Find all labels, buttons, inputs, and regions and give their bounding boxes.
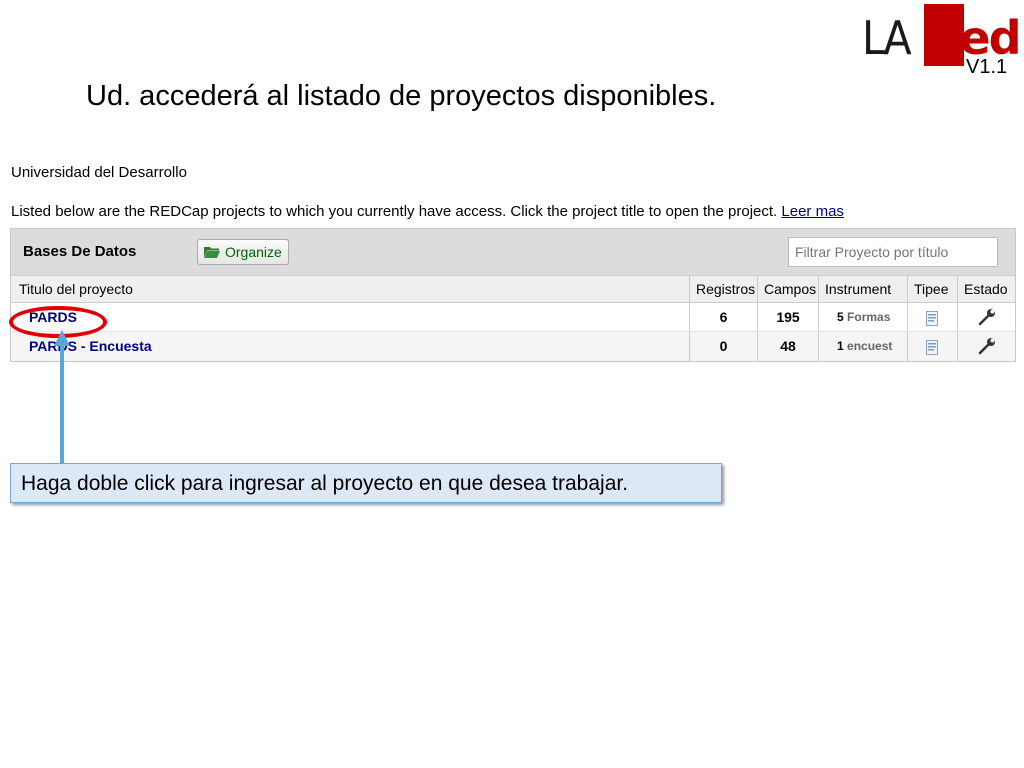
instruments-number: 1 — [837, 339, 844, 353]
projects-table: Bases De Datos Organize Titulo del proye… — [10, 228, 1016, 362]
project-title-link[interactable]: PARDS - Encuesta — [11, 332, 689, 361]
table-header-bar: Bases De Datos Organize — [11, 229, 1015, 275]
organize-button[interactable]: Organize — [197, 239, 289, 265]
institution-name: Universidad del Desarrollo — [11, 164, 187, 181]
instruction-callout: Haga doble click para ingresar al proyec… — [10, 463, 722, 503]
table-title: Bases De Datos — [23, 243, 137, 260]
fields-count: 195 — [757, 303, 818, 331]
column-header-title[interactable]: Titulo del proyecto — [11, 276, 689, 302]
instruments-label: encuest — [847, 339, 893, 353]
description-text: Listed below are the REDCap projects to … — [11, 203, 778, 220]
project-filter-input[interactable] — [788, 237, 998, 267]
wrench-icon — [978, 309, 995, 326]
table-row: PARDS - Encuesta 0 48 1 encuest — [11, 332, 1015, 361]
type-cell — [907, 303, 957, 331]
column-header-instruments[interactable]: Instrument — [818, 276, 907, 302]
wrench-icon — [978, 338, 995, 355]
column-header-records[interactable]: Registros — [689, 276, 757, 302]
instruments-label: Formas — [847, 310, 891, 324]
records-count: 6 — [689, 303, 757, 331]
organize-label: Organize — [225, 244, 282, 260]
folder-open-icon — [204, 247, 220, 258]
lared-logo: LA Red V1.1 — [862, 4, 1022, 80]
arrow-up-icon — [54, 330, 70, 466]
status-cell — [957, 303, 1015, 331]
callout-text: Haga doble click para ingresar al proyec… — [21, 472, 629, 495]
records-count: 0 — [689, 332, 757, 361]
status-cell — [957, 332, 1015, 361]
slide-title: Ud. accederá al listado de proyectos dis… — [86, 80, 717, 112]
fields-count: 48 — [757, 332, 818, 361]
column-header-type[interactable]: Tipee — [907, 276, 957, 302]
project-list-description: Listed below are the REDCap projects to … — [11, 202, 844, 222]
document-icon — [926, 311, 938, 326]
column-header-status[interactable]: Estado — [957, 276, 1015, 302]
logo-version: V1.1 — [966, 56, 1008, 78]
logo-la-text: LA — [862, 11, 912, 65]
project-title-link[interactable]: PARDS — [11, 303, 689, 331]
column-header-fields[interactable]: Campos — [757, 276, 818, 302]
type-cell — [907, 332, 957, 361]
instruments-number: 5 — [837, 310, 844, 324]
instruments-count: 1 encuest — [818, 332, 907, 361]
instruments-count: 5 Formas — [818, 303, 907, 331]
document-icon — [926, 340, 938, 355]
read-more-link[interactable]: Leer mas — [781, 203, 844, 220]
table-row: PARDS 6 195 5 Formas — [11, 303, 1015, 332]
column-headers: Titulo del proyecto Registros Campos Ins… — [11, 275, 1015, 303]
